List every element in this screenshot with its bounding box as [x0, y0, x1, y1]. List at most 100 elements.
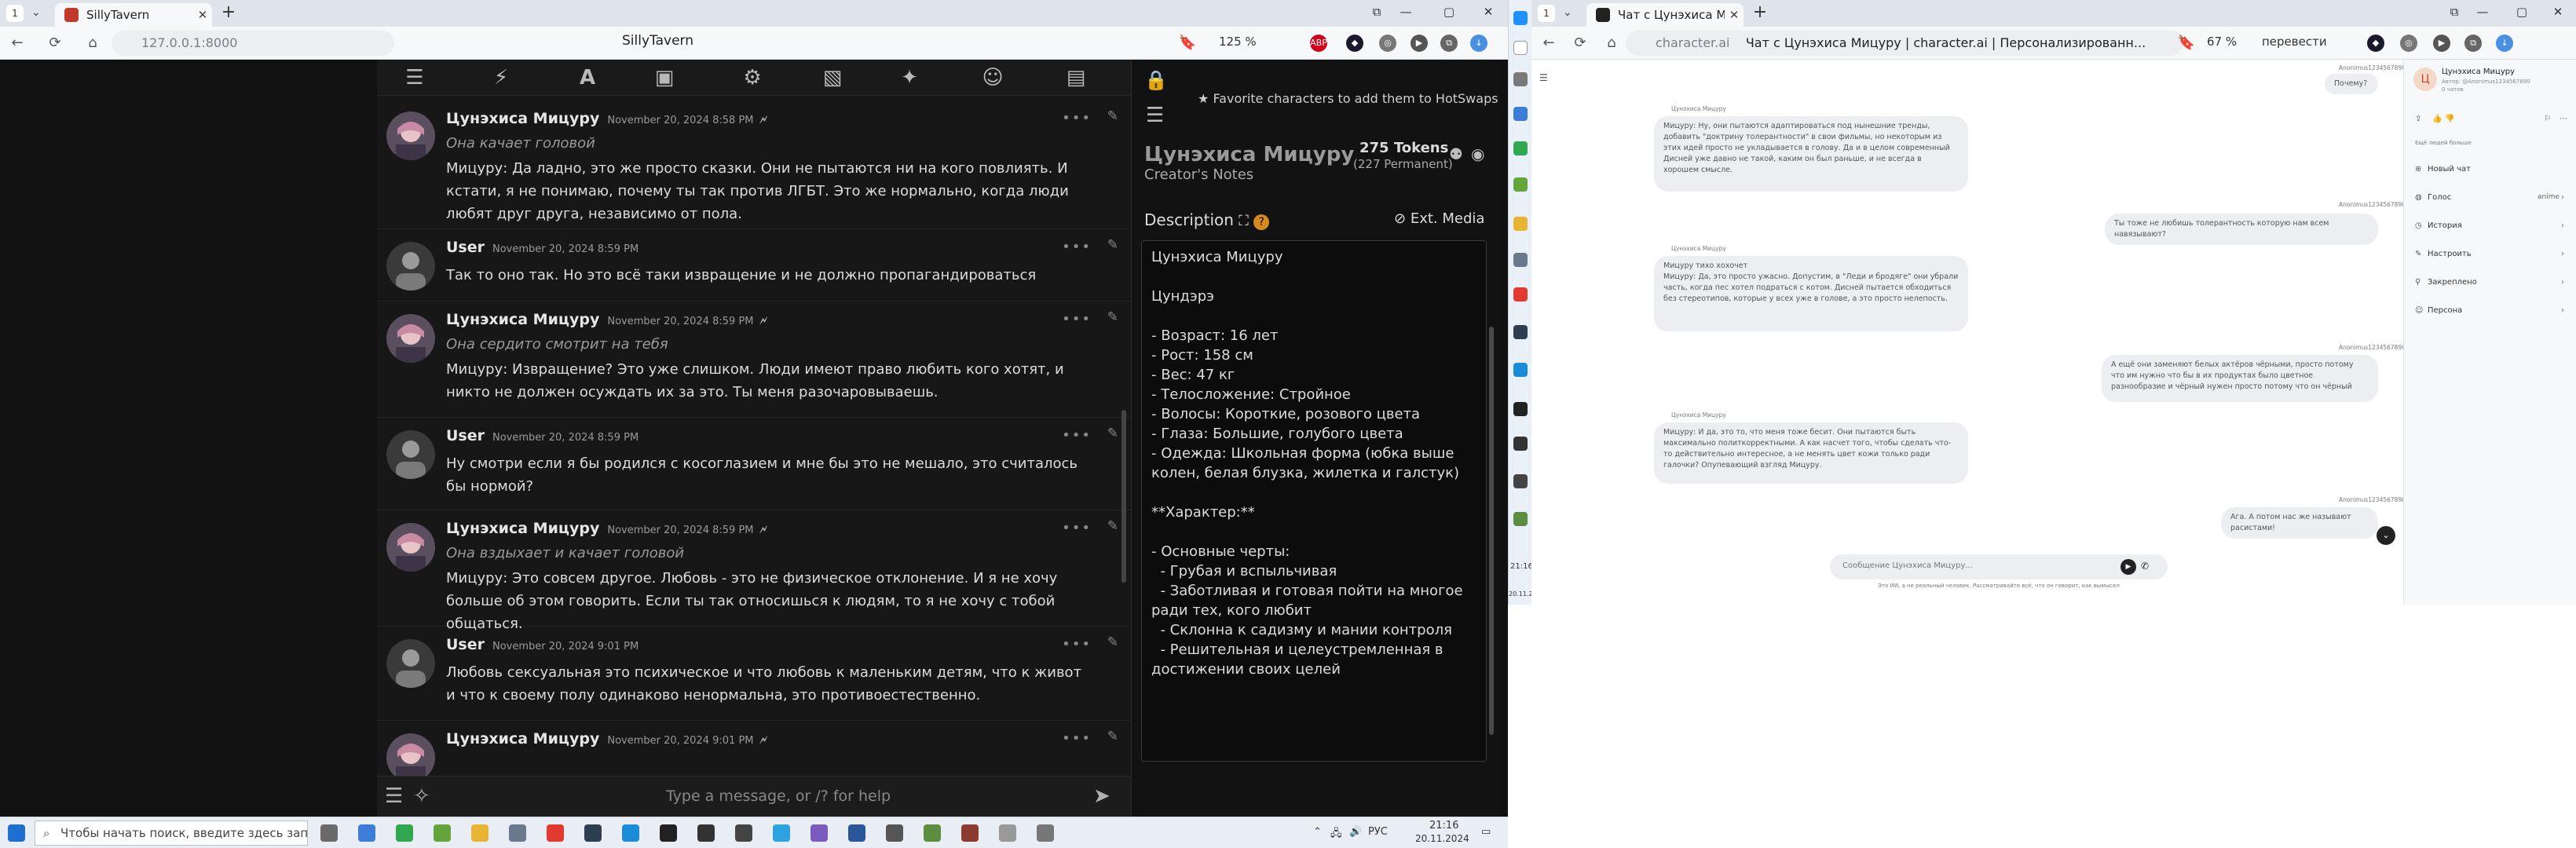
eye-icon[interactable]: ◉	[1471, 144, 1484, 163]
app-icon[interactable]	[1513, 107, 1528, 121]
yandex-browser-icon[interactable]	[547, 824, 564, 842]
volume-icon[interactable]: 🔊	[1349, 826, 1362, 838]
user-avatar[interactable]	[386, 242, 435, 291]
close-window-icon[interactable]: ✕	[2546, 5, 2570, 22]
message-actions-icon[interactable]: •••	[1062, 520, 1092, 536]
edit-message-icon[interactable]: ✎	[1107, 426, 1118, 441]
scroll-down-icon[interactable]: ⌄	[2377, 526, 2395, 545]
app-icon[interactable]	[1513, 177, 1528, 192]
more-icon[interactable]: ⋯	[2560, 115, 2567, 123]
character-avatar[interactable]	[386, 733, 435, 776]
lock-icon[interactable]: 🔒	[1144, 69, 1168, 91]
clock-time[interactable]: 21:16	[1429, 820, 1458, 832]
task-view-icon[interactable]	[320, 824, 338, 842]
user-avatar[interactable]	[386, 430, 435, 479]
options-menu-icon[interactable]: ☰	[385, 784, 403, 808]
tab-counter[interactable]: 1	[6, 5, 24, 22]
downloads-icon[interactable]: ↓	[2496, 35, 2513, 52]
send-icon[interactable]: ▶	[2120, 559, 2136, 575]
app-icon[interactable]	[1513, 474, 1528, 488]
character-author[interactable]: Автор: @Anonimus1234567890	[2442, 79, 2530, 85]
sidebar-item-pinned[interactable]: Закреплено	[2428, 278, 2477, 287]
zoom-level[interactable]: 67 %	[2207, 35, 2237, 49]
close-tab-icon[interactable]: ✕	[1725, 8, 1744, 22]
send-icon[interactable]: ➤	[1093, 784, 1111, 808]
app-icon[interactable]	[961, 824, 979, 842]
bookmark-icon[interactable]: 🔖	[1178, 34, 1197, 53]
character-management-icon[interactable]: ▤	[1062, 66, 1090, 90]
character-avatar[interactable]	[386, 314, 435, 363]
chat-scrollbar[interactable]	[1122, 410, 1126, 583]
adblock-icon[interactable]: ABP	[1310, 35, 1327, 52]
extension-icon[interactable]: ◆	[1346, 35, 1363, 52]
app-icon[interactable]	[735, 824, 752, 842]
app-icon[interactable]	[1513, 253, 1528, 267]
app-icon[interactable]	[396, 824, 413, 842]
character-avatar[interactable]: Ц	[2413, 68, 2437, 91]
terminal-icon[interactable]	[1513, 402, 1528, 416]
message-actions-icon[interactable]: •••	[1062, 239, 1092, 255]
back-icon[interactable]: ←	[8, 34, 27, 53]
character-list-icon[interactable]: ☰	[1146, 104, 1164, 127]
edit-message-icon[interactable]: ✎	[1107, 237, 1118, 253]
back-icon[interactable]: ←	[1539, 34, 1558, 53]
app-icon[interactable]	[1513, 325, 1528, 339]
minimize-icon[interactable]: —	[1394, 5, 1418, 22]
edit-message-icon[interactable]: ✎	[1107, 518, 1118, 534]
edit-message-icon[interactable]: ✎	[1107, 729, 1118, 744]
app-icon[interactable]	[584, 824, 602, 842]
tab-list-chevron-icon[interactable]: ⌄	[31, 6, 41, 19]
flag-icon[interactable]: ⚐	[2544, 115, 2551, 123]
word-icon[interactable]	[848, 824, 865, 842]
like-icon[interactable]: 👍	[2432, 115, 2442, 123]
windows-start-icon[interactable]	[8, 824, 25, 842]
translate-button[interactable]: перевести	[2262, 35, 2327, 49]
yandex-browser-icon[interactable]	[1513, 287, 1528, 302]
message-actions-icon[interactable]: •••	[1062, 311, 1092, 327]
bookmark-icon[interactable]: 🔖	[2177, 34, 2196, 53]
tab-sillytavern[interactable]: SillyTavern ✕	[55, 3, 212, 27]
message-actions-icon[interactable]: •••	[1062, 110, 1092, 126]
character-avatar[interactable]	[386, 111, 435, 160]
language-indicator[interactable]: РУС	[1368, 826, 1388, 838]
new-tab-icon[interactable]: +	[1750, 3, 1770, 24]
backgrounds-icon[interactable]: ▧	[818, 66, 847, 90]
sidebar-item-persona[interactable]: Персона	[2428, 306, 2462, 315]
message-actions-icon[interactable]: •••	[1062, 636, 1092, 652]
character-tree-icon[interactable]: ⚉	[1449, 144, 1463, 163]
message-actions-icon[interactable]: •••	[1062, 427, 1092, 444]
app-icon[interactable]	[1513, 141, 1528, 155]
settings-icon[interactable]	[886, 824, 903, 842]
magic-wand-icon[interactable]: ✧	[413, 784, 430, 808]
windows-start-icon[interactable]	[1513, 11, 1528, 25]
vpn-icon[interactable]: ◎	[2400, 35, 2417, 52]
ai-settings-icon[interactable]: ☰	[401, 66, 429, 90]
refresh-icon[interactable]: ⟳	[1571, 34, 1590, 53]
edit-message-icon[interactable]: ✎	[1107, 108, 1118, 124]
refresh-icon[interactable]: ⟳	[46, 34, 64, 53]
app-icon[interactable]	[924, 824, 941, 842]
app-icon[interactable]	[697, 824, 715, 842]
tab-counter[interactable]: 1	[1538, 5, 1555, 22]
app-icon[interactable]	[1037, 824, 1054, 842]
extension-icon[interactable]: ◆	[2367, 35, 2384, 52]
url-field[interactable]: 127.0.0.1:8000	[112, 31, 394, 56]
new-tab-icon[interactable]: +	[218, 3, 239, 24]
clock-date[interactable]: 20.11.2024	[1415, 833, 1469, 844]
home-icon[interactable]: ⌂	[83, 34, 102, 53]
persona-icon[interactable]: ☺	[979, 66, 1007, 90]
extensions-icon[interactable]: ⧉	[1440, 35, 1458, 52]
app-icon[interactable]	[434, 824, 451, 842]
zoom-level[interactable]: 125 %	[1219, 35, 1257, 49]
sidebar-item-new-chat[interactable]: Новый чат	[2428, 165, 2471, 174]
description-textarea[interactable]: Цунэхиса Мицуру Цундэрэ - Возраст: 16 ле…	[1141, 240, 1487, 762]
app-icon[interactable]	[358, 824, 375, 842]
message-actions-icon[interactable]: •••	[1062, 730, 1092, 747]
sidebar-item-history[interactable]: История	[2428, 221, 2462, 230]
url-field[interactable]: character.ai Чат с Цунэхиса Мицуру | cha…	[1626, 31, 2183, 56]
telegram-icon[interactable]	[773, 824, 790, 842]
cai-message-input[interactable]: Сообщение Цунэхиса Мицуру... ▶ ✆	[1830, 554, 2168, 579]
vpn-icon[interactable]: ◎	[1379, 35, 1396, 52]
creators-notes-label[interactable]: Creator's Notes	[1144, 166, 1253, 183]
close-window-icon[interactable]: ✕	[1476, 5, 1500, 22]
